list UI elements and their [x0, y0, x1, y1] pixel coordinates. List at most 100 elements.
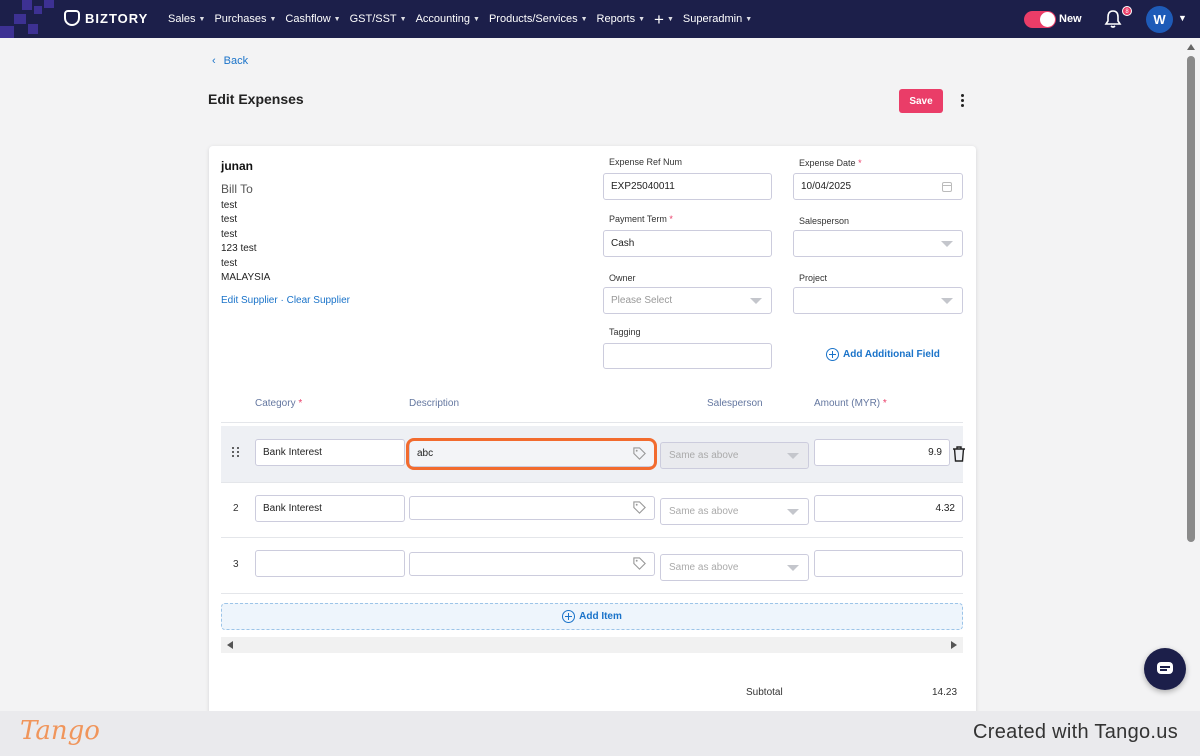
category-input[interactable]: Bank Interest	[255, 495, 405, 522]
category-input[interactable]: Bank Interest	[255, 439, 405, 466]
row-number: 2	[233, 503, 239, 514]
clear-supplier-link[interactable]: Clear Supplier	[287, 295, 350, 306]
col-header-category-text: Category	[255, 398, 296, 409]
caret-down-icon: ▼	[638, 15, 646, 23]
menu-reports[interactable]: Reports ▼	[597, 13, 645, 25]
salesperson-label: Salesperson	[799, 216, 850, 226]
line-salesperson-select[interactable]: Same as above	[660, 554, 809, 581]
table-divider	[221, 537, 963, 538]
scroll-right-arrow-icon[interactable]	[951, 641, 957, 649]
tagging-input[interactable]	[603, 343, 772, 369]
category-input[interactable]	[255, 550, 405, 577]
bill-to-label: Bill To	[221, 182, 253, 196]
menu-gst-sst[interactable]: GST/SST ▼	[350, 13, 407, 25]
expense-date-label-text: Expense Date	[799, 158, 856, 168]
payment-term-input[interactable]: Cash	[603, 230, 772, 257]
menu-products-services-label: Products/Services	[488, 13, 578, 25]
menu-purchases[interactable]: Purchases ▼	[214, 13, 276, 25]
subtotal-label: Subtotal	[746, 687, 783, 698]
scroll-up-arrow-icon[interactable]	[1187, 44, 1195, 50]
menu-quick-add[interactable]: + ▼	[654, 11, 674, 28]
menu-sales[interactable]: Sales ▼	[168, 13, 205, 25]
drag-handle-icon[interactable]	[232, 447, 240, 457]
col-header-amount-text: Amount (MYR)	[814, 398, 881, 409]
tango-credit: Created with Tango.us	[973, 721, 1178, 743]
address-line: test	[221, 214, 238, 225]
dropdown-arrow-icon	[787, 565, 799, 571]
tag-icon[interactable]	[632, 500, 647, 515]
plus-icon: +	[654, 9, 664, 29]
add-item-button[interactable]: Add Item	[221, 603, 963, 630]
menu-gst-sst-label: GST/SST	[349, 13, 397, 25]
add-item-label: Add Item	[579, 611, 622, 622]
more-options-icon[interactable]	[956, 92, 968, 110]
menu-superadmin[interactable]: Superadmin ▼	[683, 13, 752, 25]
expense-date-label: Expense Date *	[799, 158, 862, 168]
menu-cashflow-label: Cashflow	[285, 13, 331, 25]
caret-down-icon: ▼	[198, 15, 206, 23]
add-additional-field-button[interactable]: Add Additional Field	[826, 348, 940, 361]
back-link[interactable]: ‹ Back	[212, 55, 248, 67]
main-menu: Sales ▼ Purchases ▼ Cashflow ▼ GST/SST ▼ Acc…	[168, 0, 761, 38]
description-input[interactable]	[409, 496, 655, 520]
owner-placeholder: Please Select	[611, 295, 673, 306]
address-country: MALAYSIA	[221, 272, 271, 283]
amount-input[interactable]	[814, 550, 963, 577]
required-mark: *	[882, 398, 887, 409]
bell-icon[interactable]	[1104, 9, 1122, 29]
edit-supplier-link[interactable]: Edit Supplier	[221, 295, 278, 306]
menu-products-services[interactable]: Products/Services ▼	[489, 13, 588, 25]
salesperson-select[interactable]	[793, 230, 963, 257]
description-input[interactable]	[409, 552, 655, 576]
caret-down-icon: ▼	[333, 15, 341, 23]
save-button[interactable]: Save	[899, 89, 943, 113]
required-mark: *	[669, 214, 673, 224]
chat-bubble-icon	[1157, 662, 1173, 674]
calendar-icon[interactable]	[942, 182, 952, 192]
ref-num-input[interactable]: EXP25040011	[603, 173, 772, 200]
line-salesperson-value: Same as above	[669, 450, 739, 461]
top-navbar: BIZTORY Sales ▼ Purchases ▼ Cashflow ▼ GST/…	[0, 0, 1200, 38]
line-salesperson-select[interactable]: Same as above	[660, 498, 809, 525]
expense-date-value: 10/04/2025	[801, 181, 852, 192]
link-separator: ·	[277, 295, 287, 306]
back-label: Back	[223, 55, 249, 67]
tango-logo: Tango	[20, 716, 100, 746]
menu-cashflow[interactable]: Cashflow ▼	[285, 13, 340, 25]
plus-circle-icon	[826, 348, 839, 361]
biztory-logo[interactable]: BIZTORY	[64, 10, 148, 26]
project-select[interactable]	[793, 287, 963, 314]
address-line: 123 test	[221, 243, 257, 254]
required-mark: *	[858, 158, 862, 168]
row-number: 3	[233, 559, 239, 570]
tag-icon[interactable]	[632, 556, 647, 571]
notification-badge: 8	[1122, 6, 1132, 16]
brand-name: BIZTORY	[85, 10, 149, 26]
chevron-left-icon: ‹	[212, 55, 216, 67]
owner-select[interactable]: Please Select	[603, 287, 772, 314]
dropdown-arrow-icon	[941, 298, 953, 304]
trash-icon[interactable]	[952, 446, 966, 462]
dropdown-arrow-icon	[787, 509, 799, 515]
col-header-amount: Amount (MYR) *	[814, 398, 887, 409]
chat-support-button[interactable]	[1144, 648, 1186, 690]
menu-accounting[interactable]: Accounting ▼	[416, 13, 480, 25]
amount-input[interactable]: 4.32	[814, 495, 963, 522]
menu-superadmin-label: Superadmin	[682, 13, 743, 25]
expense-date-input[interactable]: 10/04/2025	[793, 173, 963, 200]
add-additional-field-label: Add Additional Field	[843, 349, 940, 360]
vertical-scrollbar-thumb[interactable]	[1187, 56, 1195, 542]
new-ui-toggle[interactable]	[1024, 11, 1056, 28]
scroll-left-arrow-icon[interactable]	[227, 641, 233, 649]
ref-num-label-text: Expense Ref Num	[609, 157, 683, 167]
supplier-name: junan	[221, 159, 253, 173]
chevron-down-icon[interactable]: ▼	[1178, 13, 1187, 23]
amount-input[interactable]: 9.9	[814, 439, 950, 466]
address-line: test	[221, 200, 238, 211]
user-avatar[interactable]: W	[1146, 6, 1173, 33]
toggle-label: New	[1059, 13, 1082, 25]
project-label: Project	[799, 273, 828, 283]
menu-reports-label: Reports	[596, 13, 636, 25]
line-salesperson-select[interactable]: Same as above	[660, 442, 809, 469]
horizontal-scrollbar[interactable]	[221, 637, 963, 653]
